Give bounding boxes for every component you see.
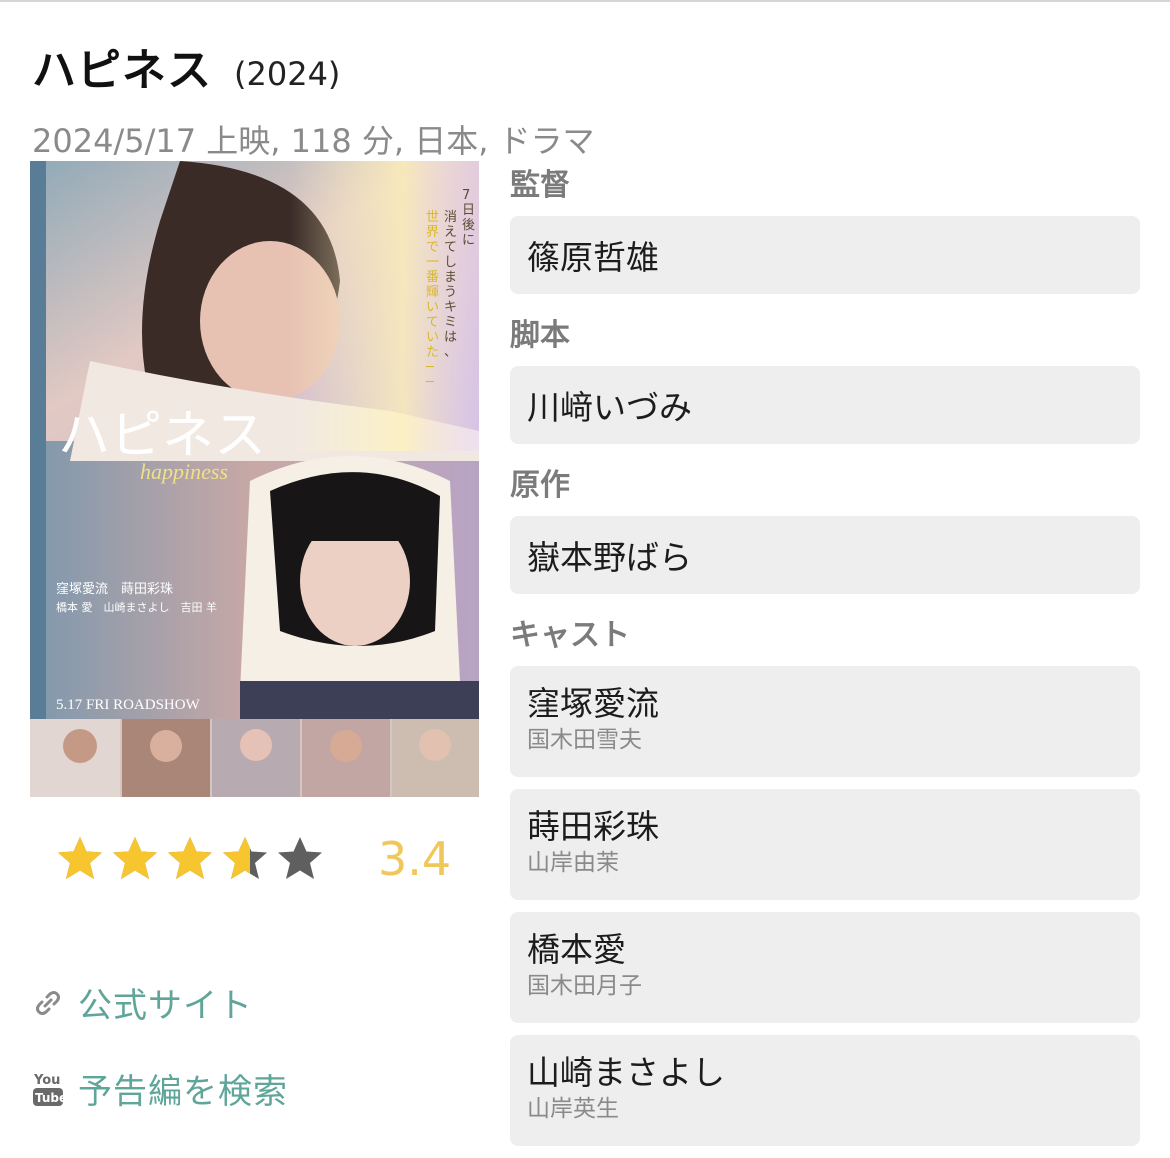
trailer-search-label: 予告編を検索 [78, 1072, 288, 1112]
star-icon [168, 837, 212, 879]
star-icon [278, 837, 322, 879]
movie-meta: 2024/5/17 上映, 118 分, 日本, ドラマ [32, 122, 595, 160]
poster-subtitle: happiness [140, 459, 228, 484]
director-name: 篠原哲雄 [527, 238, 659, 277]
svg-text:Tube: Tube [35, 1091, 65, 1105]
screenplay-label: 脚本 [510, 318, 570, 353]
cast-label: キャスト [510, 618, 630, 653]
link-icon [30, 985, 66, 1021]
original-work-label: 原作 [510, 468, 570, 503]
original-work-name: 嶽本野ばら [527, 538, 692, 577]
movie-header: ハピネス (2024) 2024/5/17 上映, 118 分, 日本, ドラマ [32, 34, 595, 162]
movie-poster[interactable]: ハピネス happiness 窪塚愛流 蒔田彩珠 橋本 愛 山崎まさよし 吉田 … [30, 161, 479, 797]
cast-card[interactable]: 窪塚愛流 国木田雪夫 [510, 666, 1140, 777]
cast-card[interactable]: 橋本愛 国木田月子 [510, 912, 1140, 1023]
cast-role: 山岸英生 [527, 1096, 619, 1122]
cast-actor: 山崎まさよし [527, 1053, 725, 1092]
trailer-search-link[interactable]: You Tube 予告編を検索 [30, 1064, 288, 1113]
cast-actor: 蒔田彩珠 [527, 807, 659, 846]
cast-role: 山岸由茉 [527, 850, 619, 876]
rating: 3.4 [55, 832, 451, 886]
poster-cast-line1: 窪塚愛流 蒔田彩珠 [56, 581, 173, 597]
top-divider [0, 0, 1170, 2]
poster-release: 5.17 FRI ROADSHOW [56, 697, 201, 713]
star-icon [113, 837, 157, 879]
movie-year: (2024) [234, 55, 341, 93]
screenplay-name: 川﨑いづみ [527, 388, 692, 427]
cast-actor: 窪塚愛流 [527, 684, 659, 723]
screenplay-card[interactable]: 川﨑いづみ [510, 366, 1140, 444]
official-site-link[interactable]: 公式サイト [30, 978, 253, 1027]
credits-panel: 監督 篠原哲雄 脚本 川﨑いづみ 原作 嶽本野ばら キャスト 窪塚愛流 国木田雪… [510, 166, 1140, 1146]
star-rating [55, 834, 330, 884]
official-site-label: 公式サイト [78, 986, 253, 1026]
cast-actor: 橋本愛 [527, 930, 626, 969]
star-icon [223, 837, 267, 879]
director-card[interactable]: 篠原哲雄 [510, 216, 1140, 294]
movie-title: ハピネス [32, 45, 212, 96]
star-icon [58, 837, 102, 879]
director-label: 監督 [510, 168, 570, 203]
poster-tagline-line: 消えてしまうキミは、 [444, 210, 457, 360]
cast-card[interactable]: 山崎まさよし 山岸英生 [510, 1035, 1140, 1146]
poster-title: ハピネス [58, 408, 266, 465]
cast-role: 国木田雪夫 [527, 727, 642, 753]
cast-role: 国木田月子 [527, 973, 642, 999]
original-work-card[interactable]: 嶽本野ばら [510, 516, 1140, 594]
rating-score: 3.4 [378, 832, 452, 886]
cast-card[interactable]: 蒔田彩珠 山岸由茉 [510, 789, 1140, 900]
svg-text:You: You [33, 1073, 60, 1088]
poster-cast-line2: 橋本 愛 山崎まさよし 吉田 羊 [56, 600, 217, 614]
youtube-icon: You Tube [30, 1071, 66, 1107]
